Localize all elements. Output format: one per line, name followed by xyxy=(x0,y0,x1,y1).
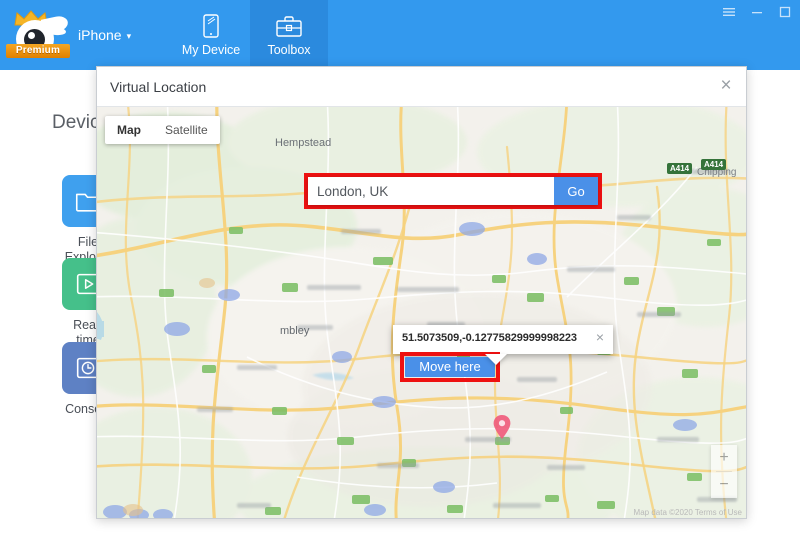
map-type-map[interactable]: Map xyxy=(105,116,153,144)
device-selector-dropdown[interactable]: iPhone ▾ xyxy=(78,27,131,43)
app-logo-icon: Premium xyxy=(6,6,70,64)
tab-toolbox-label: Toolbox xyxy=(267,42,311,57)
maximize-icon[interactable] xyxy=(778,5,792,19)
application-window: Premium iPhone ▾ My Device Toolbox Devic… xyxy=(0,0,800,537)
minimize-icon[interactable] xyxy=(750,5,764,19)
location-pin-icon xyxy=(493,415,511,439)
road-shield: A414 xyxy=(667,163,693,174)
map-viewport[interactable]: Hempstead Chipping Ch mbley A414 A414 41… xyxy=(97,107,746,518)
premium-badge: Premium xyxy=(6,44,70,58)
map-attribution: Map data ©2020 Terms of Use xyxy=(633,508,742,517)
tab-my-device[interactable]: My Device xyxy=(172,0,250,70)
move-here-button[interactable]: Move here xyxy=(405,357,495,377)
window-controls xyxy=(722,5,792,19)
go-button[interactable]: Go xyxy=(554,177,598,205)
map-type-satellite[interactable]: Satellite xyxy=(153,116,220,144)
map-zoom-control: + − xyxy=(711,445,737,498)
virtual-location-dialog: Virtual Location × Hempstead Chipping mb… xyxy=(96,66,747,519)
info-window-close-icon[interactable]: × xyxy=(593,330,607,344)
coordinates-text: 51.5073509,-0.12775829999998223 xyxy=(402,332,577,344)
location-search-bar: Go xyxy=(308,177,598,205)
map-base-layer xyxy=(97,107,746,518)
briefcase-icon xyxy=(276,16,302,37)
chevron-down-icon: ▾ xyxy=(126,30,132,41)
zoom-out-button[interactable]: − xyxy=(711,472,737,498)
hamburger-menu-icon[interactable] xyxy=(722,5,736,19)
dialog-title: Virtual Location xyxy=(110,78,207,95)
map-type-control: Map Satellite xyxy=(105,116,220,144)
map-label: Hempstead xyxy=(275,137,332,149)
search-input[interactable] xyxy=(308,177,554,205)
close-icon[interactable]: × xyxy=(716,76,736,96)
zoom-in-button[interactable]: + xyxy=(711,445,737,471)
title-bar: Premium iPhone ▾ My Device Toolbox xyxy=(0,0,800,70)
device-selector-label: iPhone xyxy=(78,27,122,43)
tab-my-device-label: My Device xyxy=(181,42,241,57)
map-label: mbley xyxy=(280,325,310,337)
tablet-icon xyxy=(203,14,219,38)
tab-toolbox[interactable]: Toolbox xyxy=(250,0,328,70)
logo-glint xyxy=(28,32,35,39)
location-info-window: 51.5073509,-0.12775829999998223 × Move h… xyxy=(393,325,613,382)
dialog-header: Virtual Location × xyxy=(97,67,746,107)
road-shield: A414 xyxy=(701,159,727,170)
brand-area: Premium iPhone ▾ xyxy=(6,6,166,64)
